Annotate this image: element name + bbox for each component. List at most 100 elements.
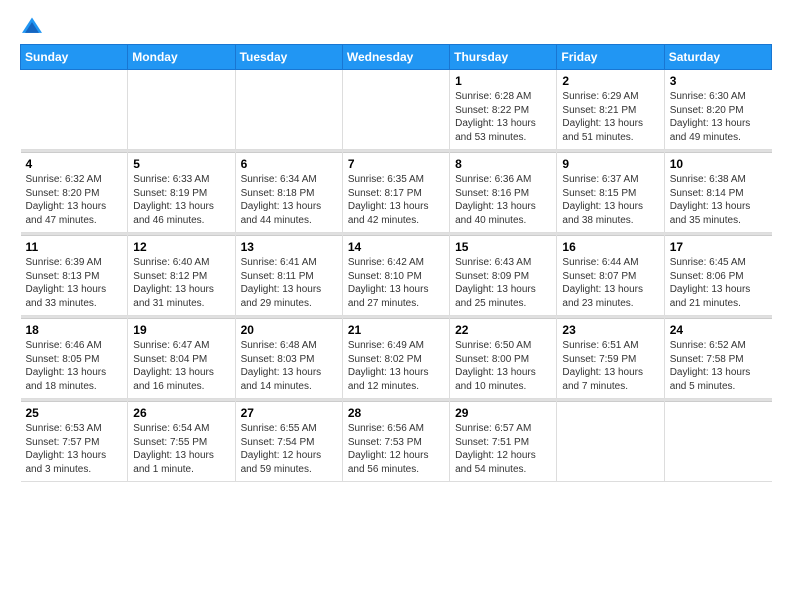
day-info: Sunrise: 6:29 AM Sunset: 8:21 PM Dayligh…	[562, 90, 658, 144]
calendar-cell: 8Sunrise: 6:36 AM Sunset: 8:16 PM Daylig…	[450, 153, 557, 233]
calendar-cell: 4Sunrise: 6:32 AM Sunset: 8:20 PM Daylig…	[21, 153, 128, 233]
calendar-cell: 7 Sunrise: 6:35 AM Sunset: 8:17 PM Daylig…	[342, 153, 449, 233]
day-number: 24	[670, 323, 767, 337]
day-number: 15	[455, 240, 551, 254]
calendar-cell: 18 Sunrise: 6:46 AM Sunset: 8:05 PM Dayli…	[21, 319, 128, 399]
week-row-5: 25 Sunrise: 6:53 AM Sunset: 7:57 PM Dayli…	[21, 402, 772, 482]
day-number: 20	[241, 323, 337, 337]
calendar-cell: 27 Sunrise: 6:55 AM Sunset: 7:54 PM Dayli…	[235, 402, 342, 482]
day-number: 16	[562, 240, 658, 254]
header-day-friday: Friday	[557, 45, 664, 70]
day-info: Sunrise: 6:40 AM Sunset: 8:12 PM Dayligh…	[133, 256, 229, 310]
day-info: Sunrise: 6:56 AM Sunset: 7:53 PM Dayligh…	[348, 422, 444, 476]
day-number: 27	[241, 406, 337, 420]
day-number: 18	[26, 323, 123, 337]
header-day-sunday: Sunday	[21, 45, 128, 70]
day-number: 14	[348, 240, 444, 254]
week-row-2: 4Sunrise: 6:32 AM Sunset: 8:20 PM Daylig…	[21, 153, 772, 233]
day-info: Sunrise: 6:34 AM Sunset: 8:18 PM Dayligh…	[241, 173, 337, 227]
day-info: Sunrise: 6:44 AM Sunset: 8:07 PM Dayligh…	[562, 256, 658, 310]
day-info: Sunrise: 6:48 AM Sunset: 8:03 PM Dayligh…	[241, 339, 337, 393]
day-info: Sunrise: 6:30 AM Sunset: 8:20 PM Dayligh…	[670, 90, 767, 144]
day-info: Sunrise: 6:53 AM Sunset: 7:57 PM Dayligh…	[26, 422, 123, 476]
calendar-cell: 22 Sunrise: 6:50 AM Sunset: 8:00 PM Dayli…	[450, 319, 557, 399]
calendar-cell: 23 Sunrise: 6:51 AM Sunset: 7:59 PM Dayli…	[557, 319, 664, 399]
calendar-cell: 24 Sunrise: 6:52 AM Sunset: 7:58 PM Dayli…	[664, 319, 771, 399]
calendar-cell: 14 Sunrise: 6:42 AM Sunset: 8:10 PM Dayli…	[342, 236, 449, 316]
day-number: 12	[133, 240, 229, 254]
day-info: Sunrise: 6:36 AM Sunset: 8:16 PM Dayligh…	[455, 173, 551, 227]
calendar-cell: 12 Sunrise: 6:40 AM Sunset: 8:12 PM Dayli…	[128, 236, 235, 316]
calendar-cell	[342, 70, 449, 150]
day-number: 1	[455, 74, 551, 88]
day-number: 23	[562, 323, 658, 337]
header-row: SundayMondayTuesdayWednesdayThursdayFrid…	[21, 45, 772, 70]
day-info: Sunrise: 6:45 AM Sunset: 8:06 PM Dayligh…	[670, 256, 767, 310]
day-info: Sunrise: 6:37 AM Sunset: 8:15 PM Dayligh…	[562, 173, 658, 227]
day-number: 6	[241, 157, 337, 171]
calendar-cell	[557, 402, 664, 482]
calendar-cell	[128, 70, 235, 150]
day-info: Sunrise: 6:28 AM Sunset: 8:22 PM Dayligh…	[455, 90, 551, 144]
calendar-table: SundayMondayTuesdayWednesdayThursdayFrid…	[20, 44, 772, 482]
day-info: Sunrise: 6:51 AM Sunset: 7:59 PM Dayligh…	[562, 339, 658, 393]
day-info: Sunrise: 6:42 AM Sunset: 8:10 PM Dayligh…	[348, 256, 444, 310]
calendar-cell: 13 Sunrise: 6:41 AM Sunset: 8:11 PM Dayli…	[235, 236, 342, 316]
day-info: Sunrise: 6:39 AM Sunset: 8:13 PM Dayligh…	[26, 256, 123, 310]
day-number: 11	[26, 240, 123, 254]
calendar-cell: 2 Sunrise: 6:29 AM Sunset: 8:21 PM Daylig…	[557, 70, 664, 150]
calendar-cell: 9 Sunrise: 6:37 AM Sunset: 8:15 PM Daylig…	[557, 153, 664, 233]
day-number: 3	[670, 74, 767, 88]
day-info: Sunrise: 6:46 AM Sunset: 8:05 PM Dayligh…	[26, 339, 123, 393]
calendar-cell: 6 Sunrise: 6:34 AM Sunset: 8:18 PM Daylig…	[235, 153, 342, 233]
calendar-cell: 5 Sunrise: 6:33 AM Sunset: 8:19 PM Daylig…	[128, 153, 235, 233]
calendar-cell	[664, 402, 771, 482]
day-number: 25	[26, 406, 123, 420]
week-row-3: 11 Sunrise: 6:39 AM Sunset: 8:13 PM Dayli…	[21, 236, 772, 316]
day-info: Sunrise: 6:43 AM Sunset: 8:09 PM Dayligh…	[455, 256, 551, 310]
calendar-cell: 3 Sunrise: 6:30 AM Sunset: 8:20 PM Daylig…	[664, 70, 771, 150]
day-info: Sunrise: 6:52 AM Sunset: 7:58 PM Dayligh…	[670, 339, 767, 393]
day-info: Sunrise: 6:49 AM Sunset: 8:02 PM Dayligh…	[348, 339, 444, 393]
day-info: Sunrise: 6:55 AM Sunset: 7:54 PM Dayligh…	[241, 422, 337, 476]
calendar-cell: 16 Sunrise: 6:44 AM Sunset: 8:07 PM Dayli…	[557, 236, 664, 316]
calendar-cell: 15 Sunrise: 6:43 AM Sunset: 8:09 PM Dayli…	[450, 236, 557, 316]
calendar-cell: 26 Sunrise: 6:54 AM Sunset: 7:55 PM Dayli…	[128, 402, 235, 482]
calendar-cell: 19Sunrise: 6:47 AM Sunset: 8:04 PM Dayli…	[128, 319, 235, 399]
day-number: 29	[455, 406, 551, 420]
calendar-cell: 21 Sunrise: 6:49 AM Sunset: 8:02 PM Dayli…	[342, 319, 449, 399]
day-info: Sunrise: 6:47 AM Sunset: 8:04 PM Dayligh…	[133, 339, 229, 393]
calendar-cell: 11 Sunrise: 6:39 AM Sunset: 8:13 PM Dayli…	[21, 236, 128, 316]
header-day-wednesday: Wednesday	[342, 45, 449, 70]
header-day-tuesday: Tuesday	[235, 45, 342, 70]
day-info: Sunrise: 6:50 AM Sunset: 8:00 PM Dayligh…	[455, 339, 551, 393]
day-number: 21	[348, 323, 444, 337]
day-number: 26	[133, 406, 229, 420]
day-number: 5	[133, 157, 229, 171]
day-number: 17	[670, 240, 767, 254]
day-number: 7	[348, 157, 444, 171]
calendar-cell: 1 Sunrise: 6:28 AM Sunset: 8:22 PM Daylig…	[450, 70, 557, 150]
header-day-saturday: Saturday	[664, 45, 771, 70]
calendar-cell: 10 Sunrise: 6:38 AM Sunset: 8:14 PM Dayli…	[664, 153, 771, 233]
day-info: Sunrise: 6:41 AM Sunset: 8:11 PM Dayligh…	[241, 256, 337, 310]
day-number: 22	[455, 323, 551, 337]
calendar-cell: 25 Sunrise: 6:53 AM Sunset: 7:57 PM Dayli…	[21, 402, 128, 482]
day-number: 13	[241, 240, 337, 254]
logo-icon	[20, 16, 44, 36]
header	[20, 16, 772, 36]
day-number: 4	[26, 157, 123, 171]
day-info: Sunrise: 6:33 AM Sunset: 8:19 PM Dayligh…	[133, 173, 229, 227]
week-row-4: 18 Sunrise: 6:46 AM Sunset: 8:05 PM Dayli…	[21, 319, 772, 399]
day-info: Sunrise: 6:57 AM Sunset: 7:51 PM Dayligh…	[455, 422, 551, 476]
day-info: Sunrise: 6:54 AM Sunset: 7:55 PM Dayligh…	[133, 422, 229, 476]
calendar-cell: 20 Sunrise: 6:48 AM Sunset: 8:03 PM Dayli…	[235, 319, 342, 399]
day-number: 9	[562, 157, 658, 171]
day-number: 10	[670, 157, 767, 171]
week-row-1: 1 Sunrise: 6:28 AM Sunset: 8:22 PM Daylig…	[21, 70, 772, 150]
calendar-cell: 29 Sunrise: 6:57 AM Sunset: 7:51 PM Dayli…	[450, 402, 557, 482]
day-info: Sunrise: 6:38 AM Sunset: 8:14 PM Dayligh…	[670, 173, 767, 227]
day-info: Sunrise: 6:35 AM Sunset: 8:17 PM Dayligh…	[348, 173, 444, 227]
day-number: 2	[562, 74, 658, 88]
calendar-cell: 17 Sunrise: 6:45 AM Sunset: 8:06 PM Dayli…	[664, 236, 771, 316]
